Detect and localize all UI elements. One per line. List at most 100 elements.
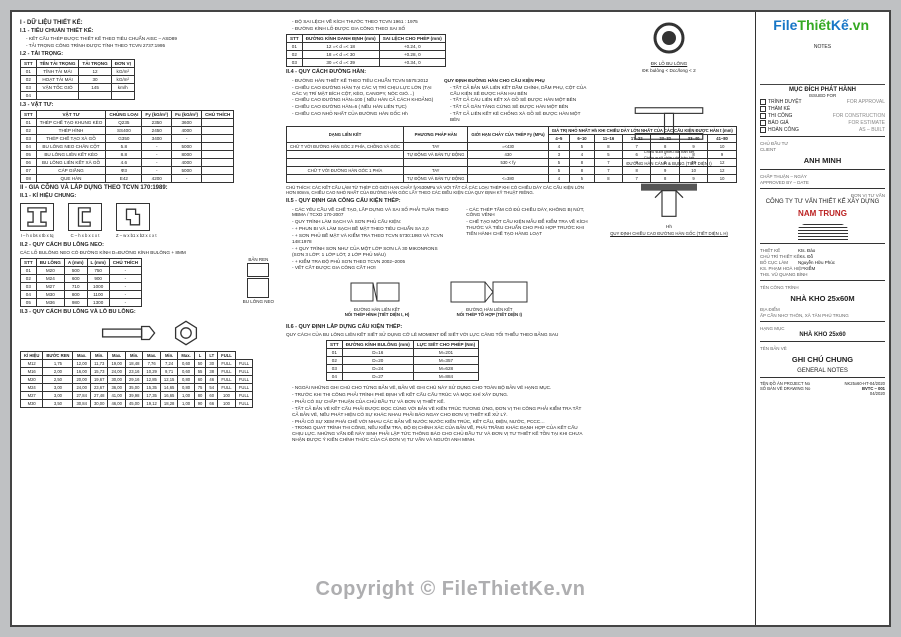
issued-row: TRÌNH DUYỆTFOR APPROVAL [760, 99, 885, 105]
list-item: NGOÀI NHỮNG GHI CHÚ CHO TỪNG BẢN VẼ, BẢN… [292, 385, 588, 391]
list-item: ĐỘ SAI LỆCH VỀ KÍCH THƯỚC THEO TCVN 1961… [292, 19, 588, 25]
table-row: 0330 =< d =< 39+0.34, 0 [287, 58, 446, 66]
table-header: CHỦNG LOẠI [106, 110, 142, 118]
table-loads: STTTÊN TẢI TRỌNGTẢI TRỌNGĐƠN VỊ01TĨNH TẢ… [20, 59, 135, 100]
list-item: CÁC YÊU CẦU VỀ CHẾ TẠO, LẮP DỰNG VÀ SAI … [292, 207, 450, 219]
issued-row: THẨM KÉ [760, 106, 885, 112]
list-item: TRONG QUAT TRÌNH THI CÔNG, NẾU KIỂM TRA,… [292, 425, 588, 443]
table-row: 01TĨNH TẢI MÁI12kG/m² [21, 67, 135, 75]
bolt-drawing-icon [20, 318, 278, 348]
list-item: CHIỀU CAO ĐƯỜNG HÀN TẠI CÁC VỊ TRÍ CHỊU … [292, 85, 436, 97]
sec-ii3: II.3 - QUY CÁCH BU LÔNG VÀ LỖ BU LÔNG: [20, 309, 278, 315]
list-item: CHIỀU CAO NHỎ NHẤT CỦA ĐƯỜNG HÀN GỐC Hh [292, 111, 436, 117]
client-label-en: CLIENT [760, 147, 885, 152]
table-row: 03D=24M=628 [327, 365, 479, 373]
sec-ii6: II.6 - QUY ĐỊNH LẮP DỰNG CẤU KIỆN THÉP: [286, 324, 588, 330]
approved-label: CHẤP THUẬN – NGÀY [760, 174, 885, 179]
table-row: 05BU LÔNG LIÊN KẾT KÈO8.8-8000 [21, 150, 234, 158]
sec-i: I - DỮ LIỆU THIẾT KẾ: [20, 20, 278, 26]
table-header: SAI LỆCH CHO PHÉP (mm) [379, 34, 445, 42]
z-section-cap: Z – w x b1 x b2 x c x t [116, 233, 157, 238]
table-row: M273,0027,8427,4841,0039,9817,3516,651,0… [21, 391, 253, 399]
table-materials: STTVẬT TƯCHỦNG LOẠIFy (kG/m²)Fu (kG/m²)C… [20, 110, 234, 183]
table-row: 02D=20M=357 [327, 357, 479, 365]
table-header: Fu (kG/m²) [172, 110, 202, 118]
table-header: FULL [218, 351, 236, 359]
checkbox-icon [760, 106, 766, 112]
table-row: M121,7512,0011,7319,0018,487,767,240,605… [21, 359, 253, 367]
table-header: Max. [73, 351, 90, 359]
list-item: ĐƯỜNG KÍNH LỖ ĐƯỢC GIA CÔNG THEO SAI SỐ [292, 26, 588, 32]
ii2-note: CÁC LỖ BULÔNG NEO CÓ ĐƯỜNG KÍNH D=ĐƯỜNG … [20, 250, 278, 256]
table-row: M162,0016,0015,7324,0023,1610,299,710,60… [21, 367, 253, 375]
table-header: BU LÔNG [36, 258, 64, 266]
table-header: Min. [125, 351, 142, 359]
table-row: 03THÉP CHẾ TẠO XÀ GỒG3503400- [21, 134, 234, 142]
table-header: Min. [160, 351, 177, 359]
table-row: 05M369801300- [21, 298, 142, 306]
checkbox-icon [760, 127, 766, 133]
list-item: KẾT CẤU THÉP ĐƯỢC THIẾT KẾ THEO TIÊU CHU… [26, 36, 278, 42]
addr-label: ĐỊA ĐIỂM [760, 307, 885, 312]
table-header: ĐƯỜNG KÍNH DANH ĐỊNH (mm) [302, 34, 379, 42]
list-item: ĐƯỜNG HÀN THIẾT KẾ THEO TIÊU CHUẨN TCVN … [292, 78, 436, 84]
list-item: CHIỀU CAO ĐƯỜNG HÀN=6 ( NẾU HÀN LIÊN TỤC… [292, 104, 436, 110]
consult-brand: NAM TRUNG [760, 209, 885, 218]
hh-label: Hh [594, 224, 744, 230]
bolt-hole-sub: ĐK bulông < Dcc/long < 2 [594, 68, 744, 74]
list-item: + SƠN PHỦ BỀ MẶT VÀ KIỂM TRA THEO TCVN 5… [292, 233, 450, 245]
table-row: 01D=16M=201 [327, 349, 479, 357]
notes-label: NOTES [760, 44, 885, 50]
table-header: STT [327, 341, 343, 349]
dwg-name: GHI CHÚ CHUNG [760, 355, 885, 364]
list-item: TẤT CẢ BẢN VẼ KẾT CẤU PHẢI ĐƯỢC ĐỌC CÙNG… [292, 406, 588, 418]
table-header: L (mm) [87, 258, 109, 266]
table-header: ĐƠN VỊ [111, 59, 134, 67]
sec-i2: I.2 - TẢI TRỌNG: [20, 51, 278, 57]
table-header: CHÚ THÍCH [109, 258, 141, 266]
table-header: STT [21, 110, 37, 118]
table-header: TẢI TRỌNG [79, 59, 111, 67]
table-hole-tolerance: STTĐƯỜNG KÍNH DANH ĐỊNH (mm)SAI LỆCH CHO… [286, 34, 446, 67]
list-item: PHẢI CÓ SỰ XEM PHÁI CHẾ VỚI NHAU CÁC BẢN… [292, 419, 588, 425]
dwg-label: TÊN BẢN VẼ [760, 346, 885, 351]
list-item: PHẢI CÓ SỰ CHẤP THUẬN CỦA CHỦ ĐẦU TƯ VÀ … [292, 399, 588, 405]
checkbox-icon [760, 120, 766, 126]
table-header: STT [21, 59, 37, 67]
table-row: 04D=27M=884 [327, 373, 479, 381]
table-header: VẬT TƯ [36, 110, 106, 118]
sheet-date: 04/2020 [825, 391, 886, 396]
checkbox-icon [760, 99, 766, 105]
consult-logo-icon [798, 222, 848, 240]
list-item: TẤT CẢ LIÊN KẾT KẼ CHỐNG XÀ GỒ SẼ ĐƯỢC H… [450, 111, 588, 123]
dwg-no-label: SỐ BẢN VẼ DRAWING No [760, 386, 821, 391]
ii6-intro: QUY CÁCH CỦA BU LÔNG LIÊN KẾT SIẾT SỬ DỤ… [286, 332, 588, 338]
table-row: 03M277101000- [21, 282, 142, 290]
person-row: THIẾT KẾKts. Đào [760, 248, 885, 253]
list-item: TẤT CẢ CÁU LIÊN KẾT XÀ GỒ SẼ ĐƯỢC HÀN MỘ… [450, 97, 588, 103]
weld-len-1: Chiều suốt chiều dài bản kết [594, 149, 744, 154]
consult-name: CÔNG TY TƯ VẤN THIẾT KẾ XÂY DỰNG [760, 199, 885, 205]
consult-label: ĐƠN VỊ TƯ VẤN [760, 193, 885, 198]
sec-ii5: II.5 - QUY ĐỊNH GIA CÔNG CẤU KIỆN THÉP: [286, 198, 588, 204]
drawing-area: I - DỮ LIỆU THIẾT KẾ: I.1 - TIÊU CHUẨN T… [12, 12, 755, 625]
list-item: + PHUN BI VÀ LÀM SẠCH BỀ MẶT THEO TIÊU C… [292, 226, 450, 232]
splice-diagrams: ĐƯỜNG HÀN LIÊN KẾT NỐI THÉP HÌNH (TIẾT D… [286, 275, 588, 321]
table-header: STT [21, 258, 37, 266]
issued-row: HOÀN CÔNGAS – BUILT [760, 127, 885, 133]
table-header: LT [206, 351, 218, 359]
table-row: 01M20500750- [21, 266, 142, 274]
checkbox-icon [760, 113, 766, 119]
flange-web-cap: ĐƯỜNG HÀN CÁNH & BỤNG (TIẾT DIỆN I) [594, 161, 744, 166]
person-row: BỐ CỤC LÀMNguyễn Hữu Phúc [760, 260, 885, 265]
table-header: Fy (kG/m²) [142, 110, 172, 118]
weld-len-2: Chiều suốt chiều dài bản kết [594, 155, 744, 160]
person-row: THS. VŨ QUANG BÌNH [760, 272, 885, 277]
table-row: 02M24600900- [21, 274, 142, 282]
table-row: 0218 =< d =< 30+0.28, 0 [287, 50, 446, 58]
table-row: 04M308001100- [21, 290, 142, 298]
dwg-sub: GENERAL NOTES [760, 368, 885, 374]
table-anchor-bolts: STTBU LÔNGA (mm)L (mm)CHÚ THÍCH01M205007… [20, 258, 142, 307]
bolt-hole-icon [649, 18, 689, 58]
table-header: LỰC SIẾT CHO PHÉP (Nm) [413, 341, 478, 349]
